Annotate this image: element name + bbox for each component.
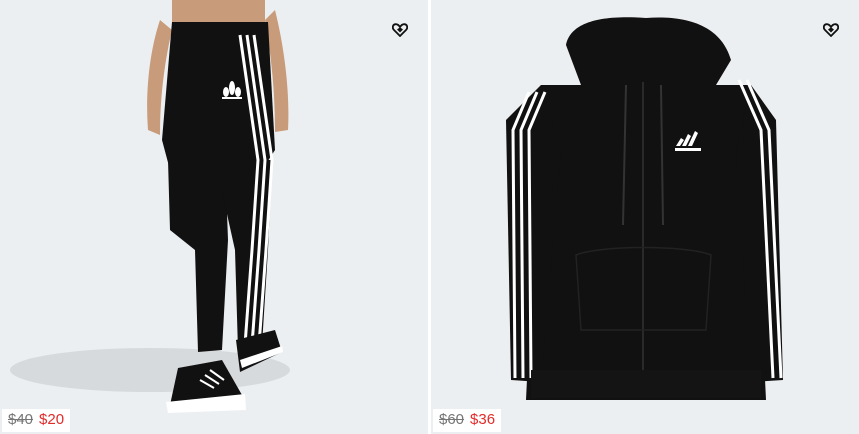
original-price: $60 bbox=[439, 411, 465, 428]
price-tag: $40 $20 bbox=[2, 409, 71, 432]
original-price: $40 bbox=[8, 411, 34, 428]
heart-icon bbox=[823, 23, 839, 37]
product-grid: $40 $20 $60 $36 bbox=[0, 0, 859, 434]
sale-price: $20 bbox=[39, 411, 65, 428]
heart-icon bbox=[392, 23, 408, 37]
product-card-leggings[interactable]: $40 $20 bbox=[0, 0, 428, 434]
wishlist-button[interactable] bbox=[821, 20, 841, 40]
hoodie-product-image[interactable] bbox=[431, 0, 859, 434]
wishlist-button[interactable] bbox=[390, 20, 410, 40]
sale-price: $36 bbox=[470, 411, 496, 428]
leggings-product-image[interactable] bbox=[0, 0, 428, 434]
product-card-hoodie[interactable]: $60 $36 bbox=[431, 0, 859, 434]
price-tag: $60 $36 bbox=[433, 409, 502, 432]
